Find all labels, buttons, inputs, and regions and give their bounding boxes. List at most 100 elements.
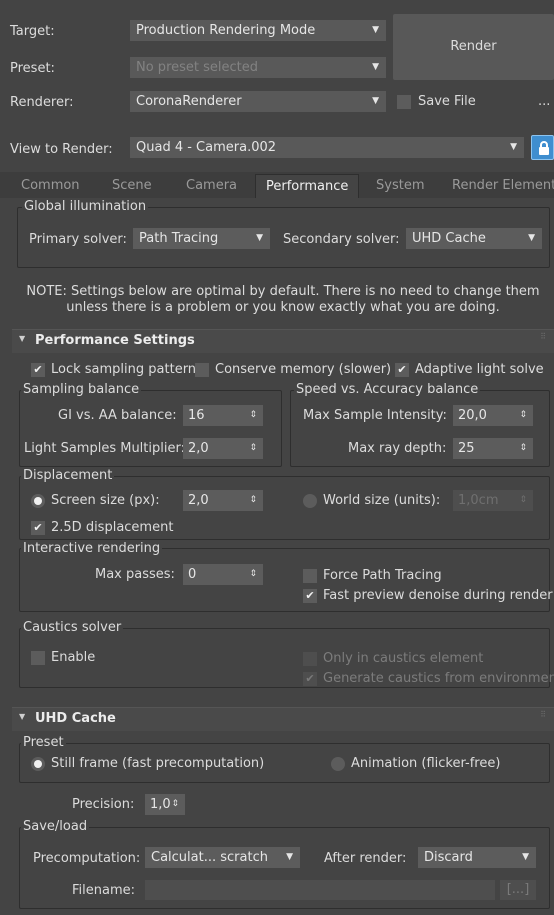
chevron-down-icon: ▼	[372, 96, 379, 106]
precision-value: 1,0	[150, 797, 171, 812]
renderer-dropdown[interactable]: CoronaRenderer ▼	[130, 91, 386, 112]
after-render-dropdown[interactable]: Discard ▼	[418, 847, 536, 868]
spinner-arrows-icon: ⇕	[249, 443, 257, 453]
render-button[interactable]: Render	[393, 14, 554, 80]
lock-icon	[539, 141, 549, 155]
max-passes-spinner[interactable]: 0 ⇕	[183, 564, 263, 585]
max-ray-depth-spinner[interactable]: 25 ⇕	[453, 438, 533, 459]
preset-dropdown[interactable]: No preset selected ▼	[130, 57, 386, 78]
collapse-icon: ▼	[19, 334, 26, 343]
precomputation-dropdown[interactable]: Calculat... scratch ▼	[145, 847, 300, 868]
max-passes-label: Max passes:	[95, 567, 175, 582]
tab-camera[interactable]: Camera	[186, 174, 237, 198]
view-to-render-label: View to Render:	[10, 142, 113, 157]
displacement-25d-checkbox[interactable]: ✔	[31, 521, 45, 535]
lock-sampling-checkbox[interactable]: ✔	[31, 363, 45, 377]
lock-view-button[interactable]	[531, 135, 554, 160]
gi-aa-balance-label: GI vs. AA balance:	[58, 408, 177, 423]
target-dropdown[interactable]: Production Rendering Mode ▼	[130, 20, 386, 41]
tab-scene[interactable]: Scene	[112, 174, 152, 198]
light-samples-value: 2,0	[188, 441, 209, 456]
chevron-down-icon: ▼	[372, 62, 379, 72]
animation-radio[interactable]	[331, 757, 345, 771]
chevron-down-icon: ▼	[256, 233, 263, 243]
still-frame-label: Still frame (fast precomputation)	[51, 756, 265, 771]
screen-size-spinner[interactable]: 2,0 ⇕	[183, 490, 263, 511]
spinner-arrows-icon: ⇕	[519, 443, 527, 453]
adaptive-light-label: Adaptive light solve	[415, 362, 544, 377]
uhd-cache-rollout-header[interactable]: ▼ UHD Cache ⠿	[12, 707, 554, 731]
precision-spinner[interactable]: 1,0 ⇕	[145, 794, 185, 815]
secondary-solver-label: Secondary solver:	[283, 232, 400, 247]
max-sample-intensity-spinner[interactable]: 20,0 ⇕	[453, 405, 533, 426]
still-frame-radio[interactable]	[31, 757, 45, 771]
force-path-tracing-checkbox[interactable]	[303, 569, 317, 583]
note-line-1: NOTE: Settings below are optimal by defa…	[26, 284, 540, 299]
world-size-value: 1,0cm	[458, 493, 499, 508]
preset-value: No preset selected	[136, 60, 258, 75]
adaptive-light-checkbox[interactable]: ✔	[395, 363, 409, 377]
browse-button[interactable]: [...]	[500, 880, 536, 900]
tab-performance[interactable]: Performance	[255, 174, 360, 198]
performance-settings-title: Performance Settings	[35, 333, 195, 348]
only-caustics-element-label: Only in caustics element	[323, 651, 484, 666]
animation-label: Animation (flicker-free)	[351, 756, 501, 771]
save-file-checkbox[interactable]	[397, 95, 411, 109]
chevron-down-icon: ▼	[522, 852, 529, 862]
max-passes-value: 0	[188, 567, 197, 582]
performance-settings-rollout-header[interactable]: ▼ Performance Settings ⠿	[12, 329, 554, 353]
target-label: Target:	[10, 24, 55, 39]
only-caustics-element-checkbox[interactable]	[303, 652, 317, 666]
screen-size-radio[interactable]	[31, 494, 45, 508]
secondary-solver-dropdown[interactable]: UHD Cache ▼	[406, 228, 542, 249]
chevron-down-icon: ▼	[510, 142, 517, 152]
generate-caustics-checkbox[interactable]: ✔	[303, 672, 317, 686]
max-ray-depth-label: Max ray depth:	[348, 441, 447, 456]
after-render-value: Discard	[424, 850, 473, 865]
fast-preview-denoise-checkbox[interactable]: ✔	[303, 589, 317, 603]
uhd-cache-title: UHD Cache	[35, 711, 116, 726]
tab-render-elements[interactable]: Render Elements	[452, 174, 554, 198]
filename-field[interactable]	[145, 880, 495, 900]
world-size-radio[interactable]	[303, 494, 317, 508]
primary-solver-label: Primary solver:	[29, 232, 127, 247]
speed-accuracy-title: Speed vs. Accuracy balance	[294, 382, 481, 398]
world-size-spinner[interactable]: 1,0cm ⇕	[453, 490, 533, 511]
filename-label: Filename:	[72, 883, 136, 898]
note-line-2: unless there is a problem or you know ex…	[66, 300, 500, 315]
primary-solver-dropdown[interactable]: Path Tracing ▼	[133, 228, 270, 249]
light-samples-spinner[interactable]: 2,0 ⇕	[183, 438, 263, 459]
view-to-render-dropdown[interactable]: Quad 4 - Camera.002 ▼	[130, 137, 524, 158]
spinner-arrows-icon: ⇕	[519, 410, 527, 420]
generate-caustics-label: Generate caustics from environment	[323, 671, 554, 686]
gi-aa-balance-spinner[interactable]: 16 ⇕	[183, 405, 263, 426]
grip-icon: ⠿	[540, 332, 546, 341]
chevron-down-icon: ▼	[528, 233, 535, 243]
view-to-render-value: Quad 4 - Camera.002	[136, 140, 277, 155]
chevron-down-icon: ▼	[372, 25, 379, 35]
tab-common[interactable]: Common	[21, 174, 80, 198]
after-render-label: After render:	[324, 851, 407, 866]
precision-label: Precision:	[72, 797, 135, 812]
force-path-tracing-label: Force Path Tracing	[323, 568, 442, 583]
max-sample-intensity-label: Max Sample Intensity:	[303, 408, 447, 423]
lock-sampling-label: Lock sampling pattern	[51, 362, 197, 377]
renderer-value: CoronaRenderer	[136, 94, 242, 109]
primary-solver-value: Path Tracing	[139, 231, 219, 246]
caustics-enable-label: Enable	[51, 650, 96, 665]
interactive-rendering-title: Interactive rendering	[21, 541, 163, 557]
secondary-solver-value: UHD Cache	[412, 231, 486, 246]
displacement-title: Displacement	[21, 468, 115, 484]
tab-system[interactable]: System	[376, 174, 424, 198]
more-button[interactable]: ...	[538, 94, 550, 110]
target-value: Production Rendering Mode	[136, 23, 316, 38]
precomputation-value: Calculat... scratch	[151, 850, 268, 865]
save-load-title: Save/load	[21, 819, 90, 835]
light-samples-label: Light Samples Multiplier:	[24, 441, 185, 456]
collapse-icon: ▼	[19, 712, 26, 721]
max-sample-intensity-value: 20,0	[458, 408, 487, 423]
render-button-label: Render	[450, 39, 497, 54]
caustics-enable-checkbox[interactable]	[31, 651, 45, 665]
conserve-memory-checkbox[interactable]	[195, 363, 209, 377]
conserve-memory-label: Conserve memory (slower)	[215, 362, 392, 377]
